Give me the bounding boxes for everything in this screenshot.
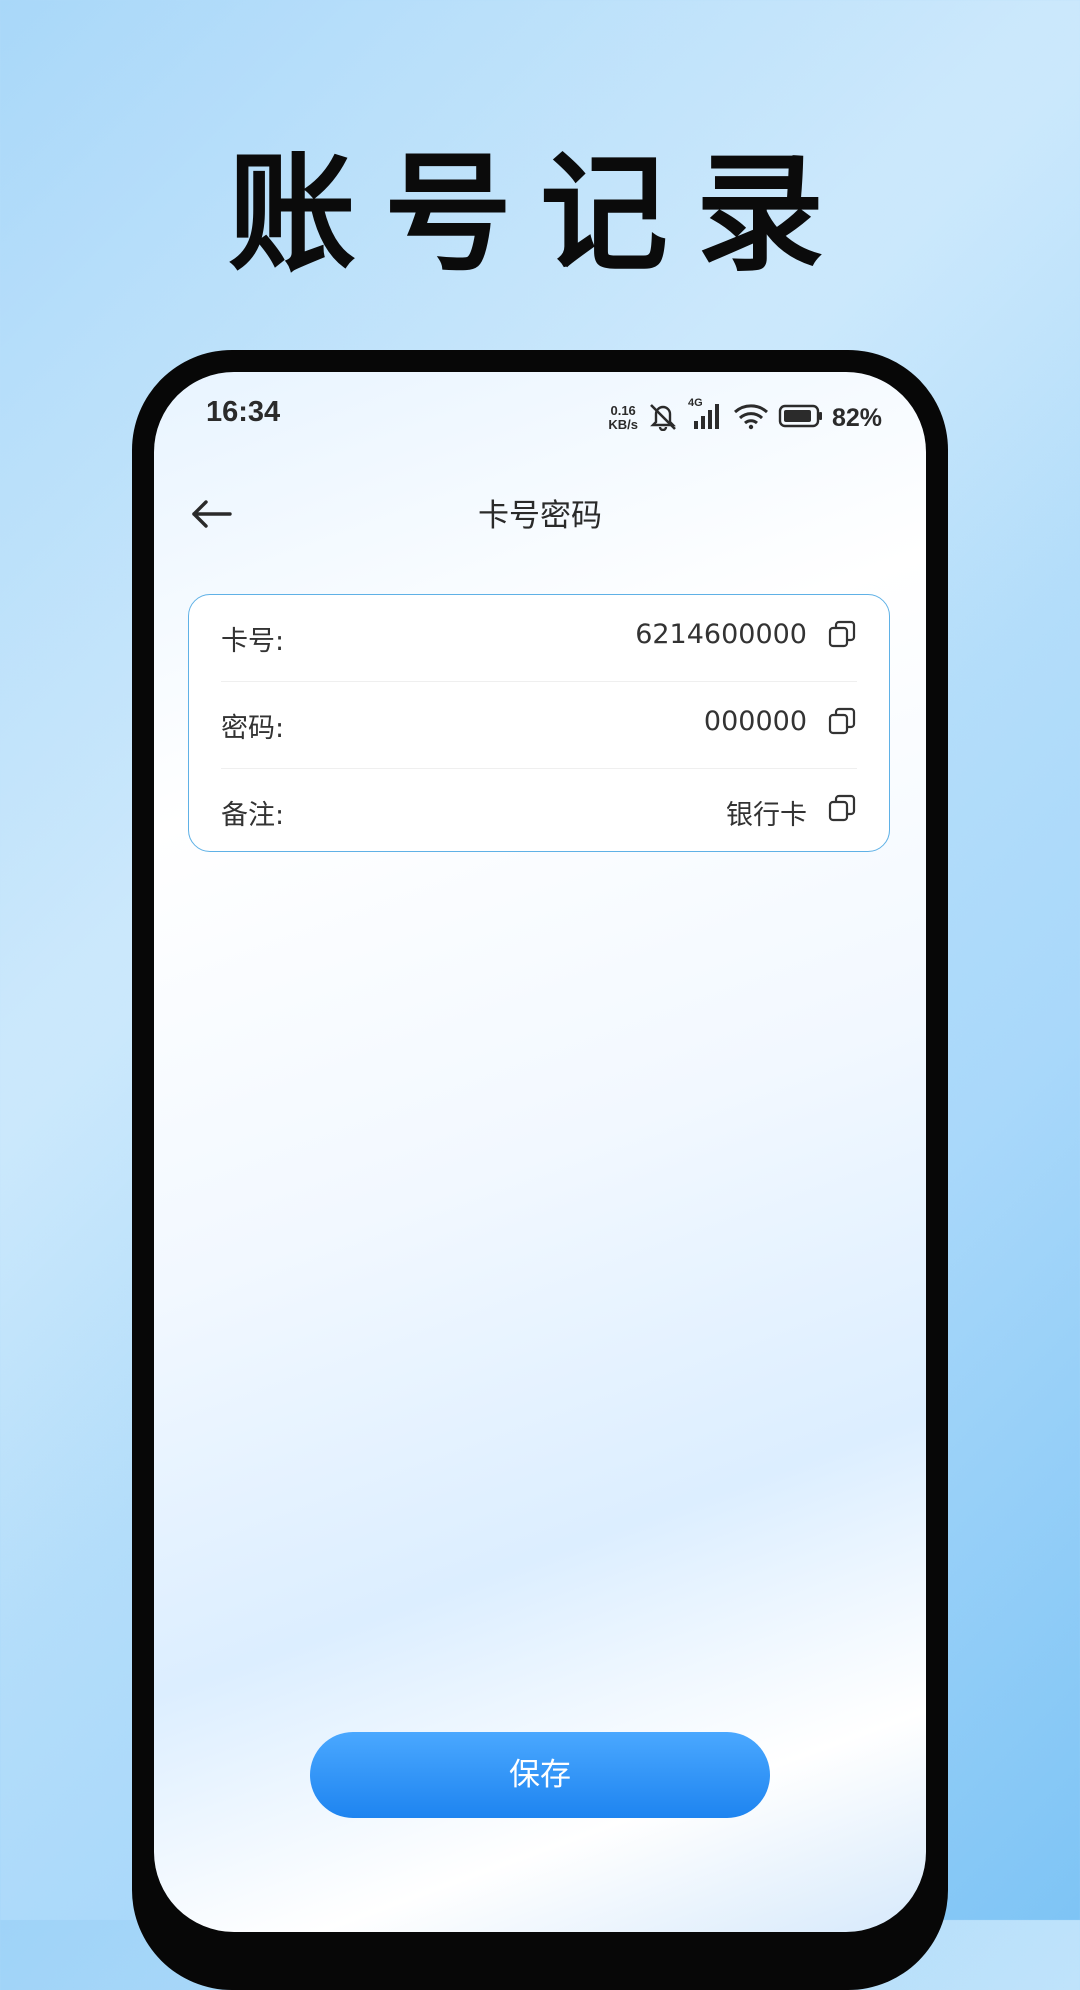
cellular-signal-icon: 4G [688, 397, 724, 435]
copy-icon[interactable] [827, 619, 857, 649]
wifi-icon [732, 401, 770, 435]
network-type: 4G [687, 397, 703, 409]
net-speed-unit: KB/s [608, 417, 638, 432]
battery-percent: 82% [831, 403, 882, 432]
status-time: 16:34 [206, 396, 281, 428]
field-row-card-number: 卡号: 6214600000 [221, 595, 857, 681]
field-label: 卡号: [221, 626, 285, 657]
battery-icon [778, 403, 824, 433]
field-label: 密码: [221, 713, 285, 744]
field-row-password: 密码: 000000 [221, 682, 857, 768]
copy-icon[interactable] [827, 793, 857, 823]
account-card: 卡号: 6214600000 密码: 000000 备注: 银行卡 [188, 594, 890, 852]
status-icons: 0.16 KB/s 4G 82% [608, 397, 882, 438]
net-speed: 0.16 KB/s [608, 404, 638, 432]
field-value: 6214600000 [635, 619, 807, 650]
field-value: 银行卡 [726, 800, 807, 831]
field-value: 000000 [703, 706, 807, 737]
status-bar: 16:34 0.16 KB/s 4G 82% [154, 372, 926, 462]
promo-title: 账号记录 [227, 139, 852, 289]
mute-bell-icon [646, 401, 680, 435]
phone-screen: 16:34 0.16 KB/s 4G 82% 卡号密码 卡号: 62146000… [154, 372, 926, 1932]
field-label: 备注: [221, 800, 285, 831]
save-button[interactable]: 保存 [310, 1732, 770, 1818]
net-speed-value: 0.16 [610, 403, 636, 418]
nav-bar: 卡号密码 [154, 472, 926, 552]
field-row-note: 备注: 银行卡 [221, 769, 857, 855]
page-title: 卡号密码 [478, 498, 602, 534]
copy-icon[interactable] [827, 706, 857, 736]
